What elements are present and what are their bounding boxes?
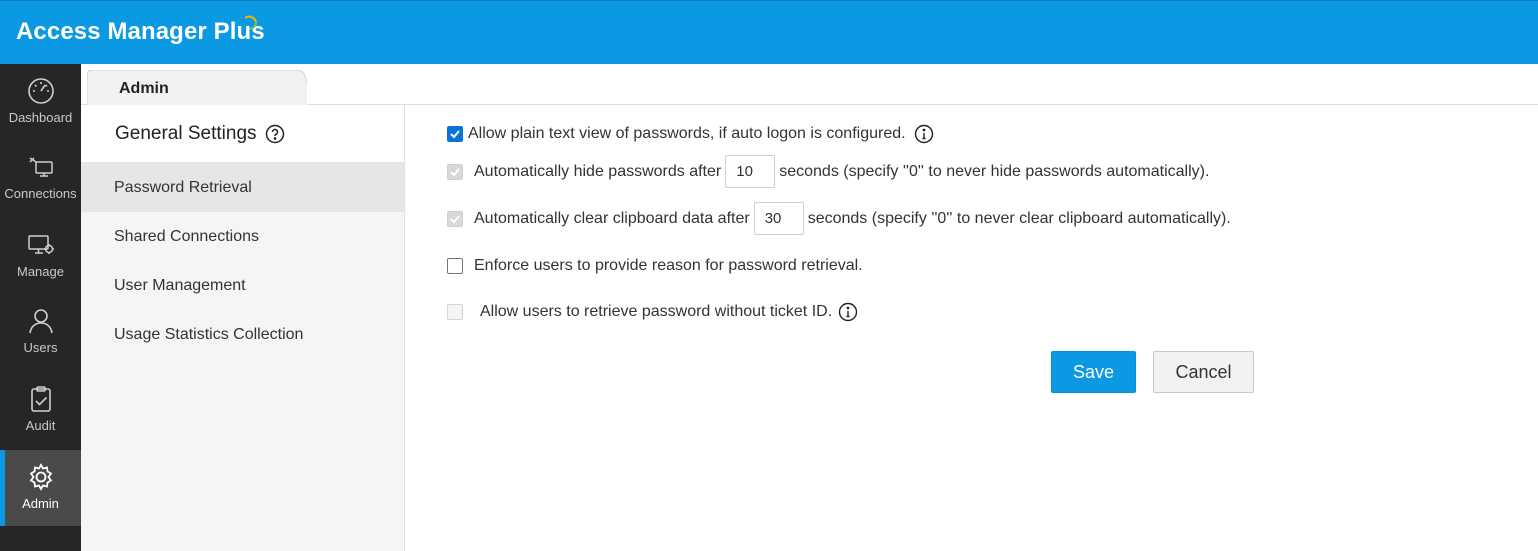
info-circle-icon[interactable] — [838, 302, 858, 322]
user-icon — [26, 306, 56, 336]
tab-strip: Admin — [81, 64, 1538, 106]
tab-admin[interactable]: Admin — [87, 70, 307, 106]
auto-hide-seconds-input[interactable] — [725, 155, 776, 188]
brand-swoosh-icon — [244, 15, 258, 30]
clear-clipboard-checkbox[interactable] — [447, 210, 463, 227]
left-nav: Dashboard Connections Manage Users Audit… — [0, 64, 81, 551]
cancel-button[interactable]: Cancel — [1153, 351, 1254, 393]
enforce-reason-checkbox[interactable] — [447, 258, 463, 274]
top-bar: Access Manager Plus — [0, 0, 1538, 64]
app-title: Access Manager Plus — [16, 18, 265, 45]
nav-item-admin[interactable]: Admin — [0, 450, 81, 526]
sidepanel-item-shared-connections[interactable]: Shared Connections — [81, 212, 404, 261]
monitor-gear-icon — [26, 230, 56, 260]
sidepanel-item-user-management[interactable]: User Management — [81, 261, 404, 310]
option-clear-clipboard: Automatically clear clipboard data after… — [447, 202, 1231, 235]
auto-hide-suffix: seconds (specify ''0'' to never hide pas… — [779, 162, 1210, 180]
info-circle-icon[interactable] — [914, 124, 934, 144]
gauge-icon — [26, 76, 56, 106]
question-circle-icon[interactable] — [265, 124, 285, 144]
nav-label: Audit — [25, 418, 56, 433]
clipboard-check-icon — [26, 384, 56, 414]
clear-clipboard-suffix: seconds (specify ''0'' to never clear cl… — [807, 209, 1231, 227]
connections-icon — [26, 152, 56, 182]
enforce-reason-label: Enforce users to provide reason for pass… — [474, 257, 863, 274]
settings-content: Allow plain text view of passwords, if a… — [405, 105, 1538, 551]
nav-label: Manage — [17, 264, 64, 279]
nav-label: Dashboard — [8, 110, 73, 125]
auto-hide-prefix: Automatically hide passwords after — [474, 162, 722, 180]
auto-hide-checkbox[interactable] — [447, 163, 463, 180]
nav-item-audit[interactable]: Audit — [0, 372, 81, 448]
tab-admin-label: Admin — [119, 80, 169, 97]
save-button[interactable]: Save — [1051, 351, 1136, 393]
nav-label: Users — [23, 340, 58, 355]
plain-text-checkbox[interactable] — [447, 126, 463, 142]
nav-item-dashboard[interactable]: Dashboard — [0, 64, 81, 140]
ticket-id-label: Allow users to retrieve password without… — [480, 303, 833, 320]
nav-item-connections[interactable]: Connections — [0, 140, 81, 216]
nav-item-users[interactable]: Users — [0, 294, 81, 370]
nav-label: Admin — [22, 496, 59, 511]
nav-label: Connections — [4, 186, 77, 201]
sidepanel-item-usage-statistics[interactable]: Usage Statistics Collection — [81, 310, 404, 359]
check-icon — [450, 167, 460, 176]
clear-clipboard-prefix: Automatically clear clipboard data after — [474, 209, 750, 227]
gear-icon — [26, 462, 56, 492]
option-auto-hide: Automatically hide passwords after secon… — [447, 155, 1209, 188]
plain-text-label: Allow plain text view of passwords, if a… — [468, 125, 906, 142]
sidepanel-title: General Settings — [115, 122, 257, 144]
option-enforce-reason: Enforce users to provide reason for pass… — [447, 257, 863, 275]
ticket-id-checkbox[interactable] — [447, 304, 463, 320]
settings-sidepanel: General Settings Password Retrieval Shar… — [81, 105, 405, 551]
option-ticket-id: Allow users to retrieve password without… — [447, 302, 858, 322]
check-icon — [450, 130, 460, 139]
option-plain-text: Allow plain text view of passwords, if a… — [447, 124, 934, 144]
clear-clipboard-seconds-input[interactable] — [753, 202, 804, 235]
sidepanel-header: General Settings — [81, 105, 404, 163]
check-icon — [450, 214, 460, 223]
nav-item-manage[interactable]: Manage — [0, 218, 81, 294]
sidepanel-item-password-retrieval[interactable]: Password Retrieval — [81, 163, 404, 212]
